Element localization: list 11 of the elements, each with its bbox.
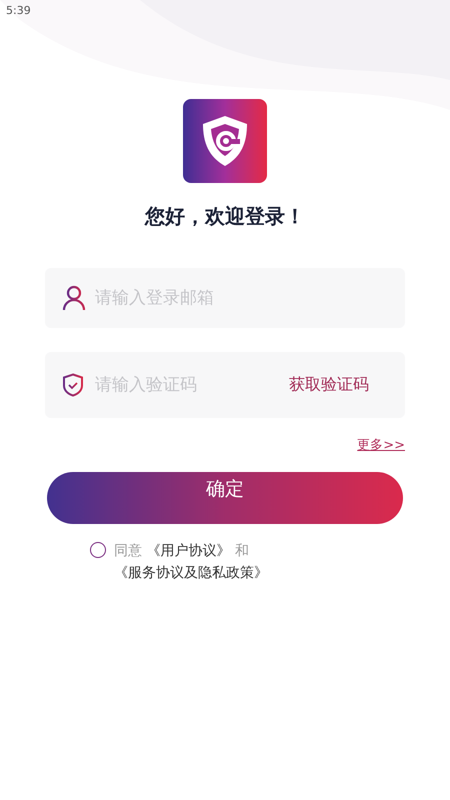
user-icon [62,285,86,311]
get-code-button[interactable]: 获取验证码 [289,374,369,396]
more-link[interactable]: 更多>> [357,436,405,454]
shield-check-icon [62,373,84,397]
confirm-button[interactable]: 确定 [47,472,403,524]
status-time: 5:39 [5,3,32,19]
agreement-link[interactable]: 《用户协议》 [146,543,230,559]
welcome-heading: 您好，欢迎登录！ [145,203,305,230]
agree-radio[interactable] [90,542,106,558]
agreement-text: 同意 《用户协议》 和 《服务协议及隐私政策》 [114,542,269,583]
agreement-link[interactable]: 《服务协议及隐私政策》 [114,565,268,581]
